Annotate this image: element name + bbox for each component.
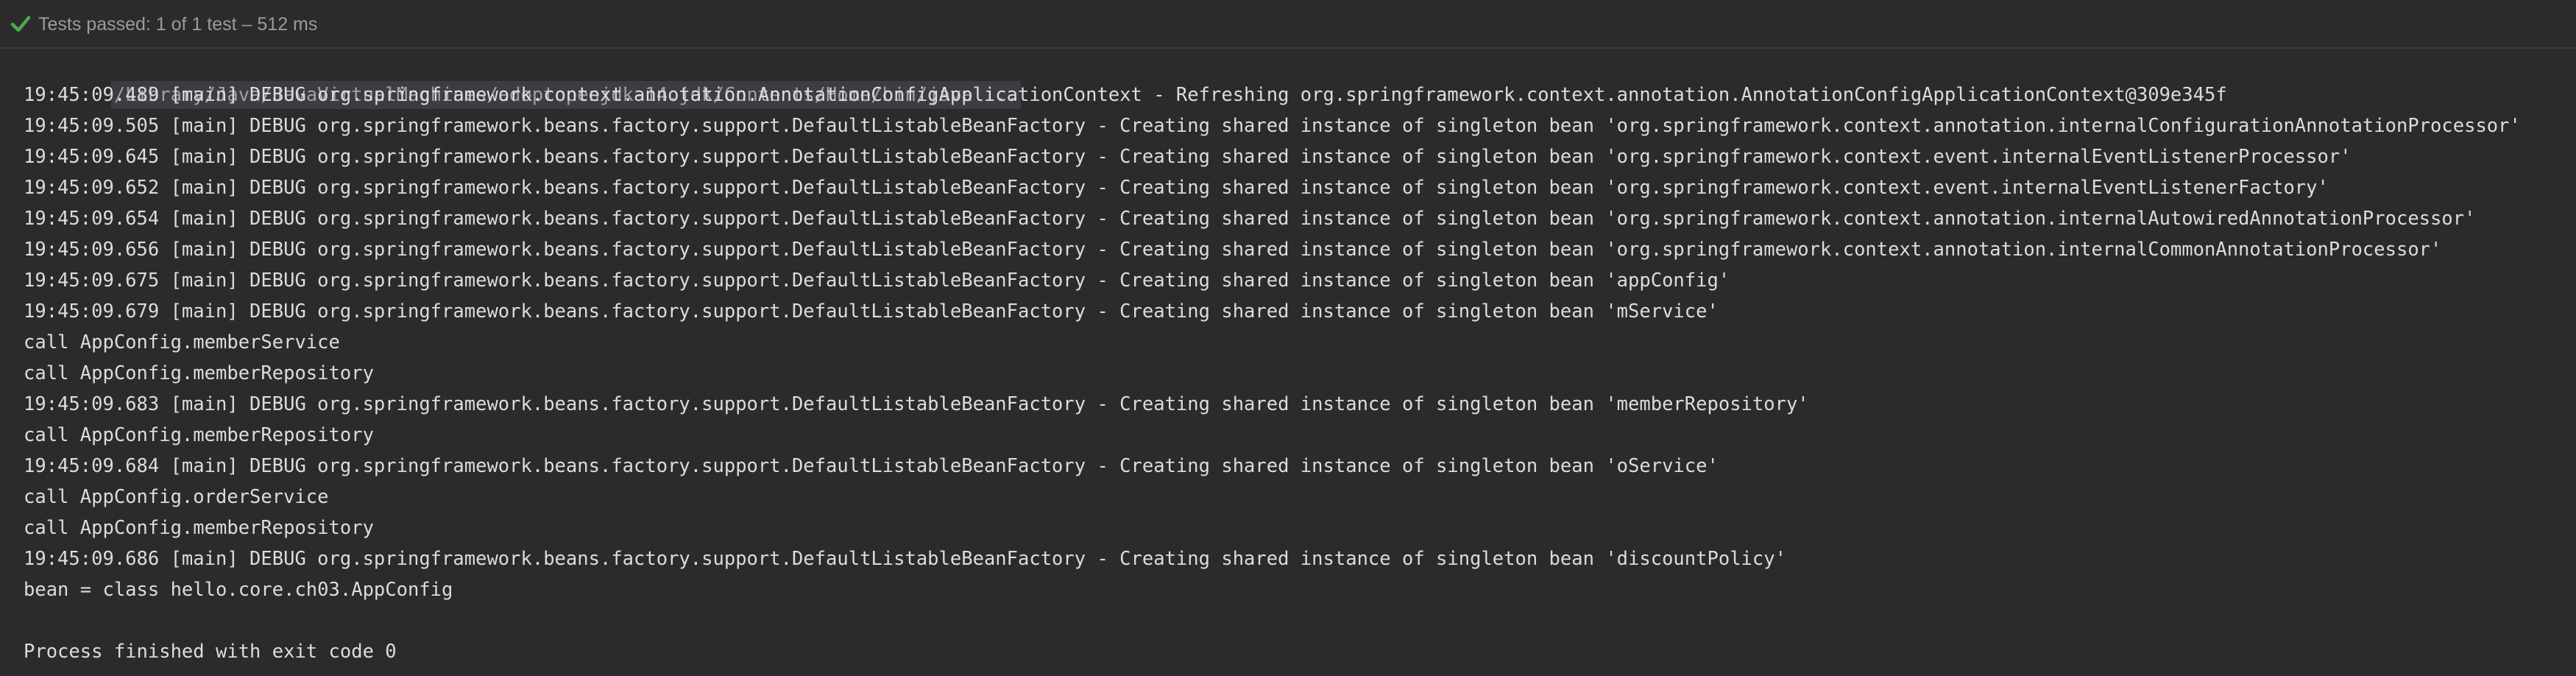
console-line: 19:45:09.679 [main] DEBUG org.springfram…: [24, 300, 1719, 323]
console-lines: /Library/Java/JavaVirtualMachines/adopto…: [24, 49, 2521, 667]
console-line: call AppConfig.memberRepository: [24, 362, 374, 384]
test-status-text: Tests passed: 1 of 1 test – 512 ms: [38, 14, 318, 35]
console-line: 19:45:09.654 [main] DEBUG org.springfram…: [24, 208, 2476, 230]
checkmark-icon: [10, 15, 31, 34]
console-line: 19:45:09.675 [main] DEBUG org.springfram…: [24, 270, 1730, 292]
console-line: 19:45:09.684 [main] DEBUG org.springfram…: [24, 455, 1719, 477]
console-line: call AppConfig.memberRepository: [24, 424, 374, 446]
test-status-bar: Tests passed: 1 of 1 test – 512 ms: [0, 0, 2576, 49]
run-tool-window: Tests passed: 1 of 1 test – 512 ms /Libr…: [0, 0, 2576, 676]
console-line: 19:45:09.686 [main] DEBUG org.springfram…: [24, 548, 1786, 570]
console-line: 19:45:09.505 [main] DEBUG org.springfram…: [24, 115, 2521, 137]
console-output[interactable]: /Library/Java/JavaVirtualMachines/adopto…: [0, 49, 2576, 676]
process-exit-line: Process finished with exit code 0: [24, 641, 397, 663]
console-line: call AppConfig.memberRepository: [24, 517, 374, 539]
command-line-row: /Library/Java/JavaVirtualMachines/adopto…: [24, 49, 2521, 109]
console-line: 19:45:09.656 [main] DEBUG org.springfram…: [24, 239, 2442, 261]
console-line: bean = class hello.core.ch03.AppConfig: [24, 579, 453, 601]
console-line: call AppConfig.memberService: [24, 331, 340, 353]
console-line: 19:45:09.683 [main] DEBUG org.springfram…: [24, 393, 1809, 415]
console-line: 19:45:09.652 [main] DEBUG org.springfram…: [24, 177, 2329, 199]
console-line: 19:45:09.645 [main] DEBUG org.springfram…: [24, 146, 2352, 168]
console-line: 19:45:09.489 [main] DEBUG org.springfram…: [24, 84, 2227, 106]
console-line: call AppConfig.orderService: [24, 486, 329, 508]
